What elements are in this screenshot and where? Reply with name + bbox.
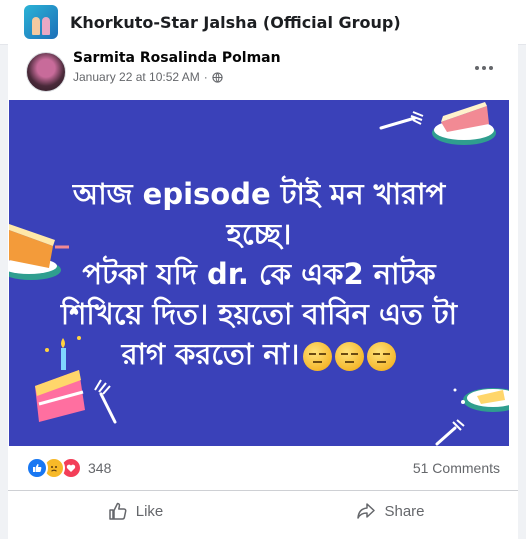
reactions-summary[interactable]: 348 — [26, 457, 111, 479]
text-line-1: আজ episode টাই মন খারাপ — [72, 177, 446, 211]
post-card: Sarmita Rosalinda Polman January 22 at 1… — [8, 44, 518, 539]
fork-right-icon — [435, 419, 465, 446]
post-header: Sarmita Rosalinda Polman January 22 at 1… — [8, 44, 518, 100]
fork-icon — [379, 111, 424, 130]
expressionless-face-icon — [367, 341, 397, 371]
post-stats: 348 51 Comments — [8, 446, 518, 491]
group-header: Khorkuto-Star Jalsha (Official Group) — [0, 0, 526, 45]
post-actions: Like Share — [8, 491, 518, 531]
expressionless-face-icon — [303, 341, 333, 371]
more-options-icon[interactable] — [472, 58, 496, 78]
text-line-2: হচ্ছে। — [226, 217, 292, 251]
author-avatar[interactable] — [26, 52, 66, 92]
like-button[interactable]: Like — [8, 493, 263, 529]
like-icon — [26, 457, 48, 479]
fork-left-icon — [94, 379, 117, 424]
share-label: Share — [384, 502, 425, 520]
expressionless-face-icon — [335, 341, 365, 371]
post-image-text: আজ episode টাই মন খারাপ হচ্ছে। পটকা যদি … — [9, 174, 509, 374]
text-line-4: শিখিয়ে দিত। হয়তো বাবিন এত টা — [60, 297, 458, 331]
cake-icon — [432, 102, 496, 145]
like-label: Like — [135, 502, 164, 520]
share-button[interactable]: Share — [263, 493, 518, 529]
thumbs-up-icon — [108, 502, 127, 520]
reaction-count: 348 — [88, 460, 112, 476]
group-avatar[interactable] — [24, 5, 58, 39]
globe-icon — [212, 71, 223, 83]
post-image[interactable]: আজ episode টাই মন খারাপ হচ্ছে। পটকা যদি … — [9, 100, 509, 446]
comments-count[interactable]: 51 Comments — [413, 460, 500, 476]
plate-icon — [453, 388, 509, 412]
group-title[interactable]: Khorkuto-Star Jalsha (Official Group) — [70, 13, 401, 32]
share-arrow-icon — [357, 503, 376, 519]
post-meta: January 22 at 10:52 AM · — [73, 70, 223, 84]
text-line-5: রাগ করতো না। — [9, 334, 509, 374]
author-name[interactable]: Sarmita Rosalinda Polman — [73, 50, 281, 66]
text-line-5-content: রাগ করতো না। — [121, 337, 300, 371]
text-line-3: পটকা যদি dr. কে এক2 নাটক — [82, 257, 436, 291]
post-timestamp[interactable]: January 22 at 10:52 AM — [73, 70, 200, 84]
meta-separator: · — [203, 70, 208, 84]
